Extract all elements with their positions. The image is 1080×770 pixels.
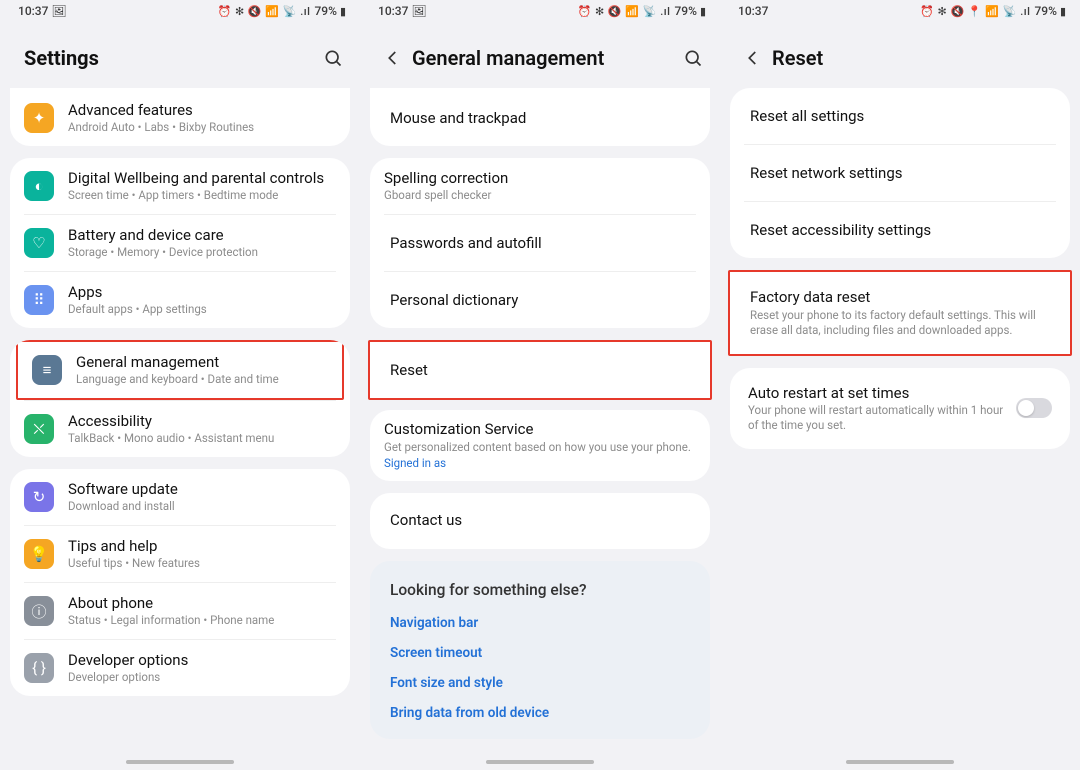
search-icon[interactable] [318, 48, 348, 68]
row-subtitle: TalkBack • Mono audio • Assistant menu [68, 431, 336, 446]
page-title: Reset [772, 46, 1068, 70]
row-subtitle: Default apps • App settings [68, 302, 336, 317]
row-title: Auto restart at set times [748, 384, 1006, 403]
row-subtitle: Get personalized content based on how yo… [384, 440, 696, 455]
battery-icon: ♡ [24, 228, 54, 258]
settings-row-advanced[interactable]: ✦ Advanced featuresAndroid Auto • Labs • … [10, 90, 350, 146]
update-icon: ↻ [24, 482, 54, 512]
row-title: Software update [68, 480, 336, 499]
list-item[interactable]: Passwords and autofill [370, 215, 710, 271]
list-item[interactable]: Contact us [370, 493, 710, 549]
general-icon: ≡ [32, 355, 62, 385]
header: General management [360, 22, 720, 88]
row-title: Developer options [68, 651, 336, 670]
row-title: General management [76, 353, 328, 372]
nav-pill[interactable] [126, 760, 234, 764]
row-subtitle: Gboard spell checker [384, 188, 696, 203]
status-indicators: ⏰ ✻ 🔇 📶 📡 .ıl 79%▮ [578, 4, 706, 18]
row-title: Mouse and trackpad [390, 109, 690, 128]
row-title: Contact us [390, 511, 690, 530]
factory-data-reset-row[interactable]: Factory data reset Reset your phone to i… [728, 270, 1072, 356]
row-title: Apps [68, 283, 336, 302]
row-title: Customization Service [384, 420, 696, 439]
row-title: Reset accessibility settings [750, 221, 1050, 240]
nav-pill[interactable] [846, 760, 954, 764]
wellbeing-icon: ◐ [24, 171, 54, 201]
settings-row-general[interactable]: ≡ General managementLanguage and keyboard… [18, 342, 342, 398]
status-bar: 10:37 🖼 ⏰ ✻ 🔇 📶 📡 .ıl 79%▮ [360, 0, 720, 22]
reset-row[interactable]: Reset [370, 342, 710, 398]
row-title: Reset [390, 361, 690, 380]
list-item[interactable]: Personal dictionary [370, 272, 710, 328]
page-title: Settings [24, 46, 318, 70]
settings-row-wellbeing[interactable]: ◐ Digital Wellbeing and parental controls… [10, 158, 350, 214]
suggested-link[interactable]: Navigation bar [390, 615, 690, 631]
row-title: Accessibility [68, 412, 336, 431]
status-bar: 10:37 ⏰ ✻ 🔇 📍 📶 📡 .ıl 79%▮ [720, 0, 1080, 22]
row-title: Passwords and autofill [390, 234, 690, 253]
settings-row-tips[interactable]: 💡 Tips and helpUseful tips • New features [10, 526, 350, 582]
status-indicators: ⏰ ✻ 🔇 📍 📶 📡 .ıl 79%▮ [920, 4, 1066, 18]
row-title: About phone [68, 594, 336, 613]
back-icon[interactable] [384, 49, 412, 67]
tips-icon: 💡 [24, 539, 54, 569]
header: Reset [720, 22, 1080, 88]
reset-option-row[interactable]: Reset network settings [730, 145, 1070, 201]
back-icon[interactable] [744, 49, 772, 67]
row-subtitle: Storage • Memory • Device protection [68, 245, 336, 260]
row-title: Reset all settings [750, 107, 1050, 126]
reset-option-row[interactable]: Reset all settings [730, 88, 1070, 144]
apps-icon: ⠿ [24, 285, 54, 315]
row-title: Advanced features [68, 101, 336, 120]
infocard-heading: Looking for something else? [390, 581, 690, 599]
status-time: 10:37 🖼 [18, 4, 67, 18]
suggested-link[interactable]: Font size and style [390, 675, 690, 691]
list-item[interactable]: Spelling correctionGboard spell checker [370, 158, 710, 214]
page-title: General management [412, 46, 678, 70]
header: Settings [0, 22, 360, 88]
settings-row-about[interactable]: ⓘ About phoneStatus • Legal information •… [10, 583, 350, 639]
status-bar: 10:37 🖼 ⏰ ✻ 🔇 📶 📡 .ıl 79%▮ [0, 0, 360, 22]
row-link[interactable]: Signed in as [384, 456, 696, 471]
settings-row-developer[interactable]: { } Developer optionsDeveloper options [10, 640, 350, 696]
accessibility-icon: ⛌ [24, 414, 54, 444]
row-subtitle: Language and keyboard • Date and time [76, 372, 328, 387]
reset-option-row[interactable]: Reset accessibility settings [730, 202, 1070, 258]
developer-icon: { } [24, 653, 54, 683]
row-subtitle: Screen time • App timers • Bedtime mode [68, 188, 336, 203]
customization-service-row[interactable]: Customization ServiceGet personalized co… [370, 410, 710, 481]
row-subtitle: Useful tips • New features [68, 556, 336, 571]
settings-row-battery[interactable]: ♡ Battery and device careStorage • Memory… [10, 215, 350, 271]
row-title: Digital Wellbeing and parental controls [68, 169, 336, 188]
row-title: Tips and help [68, 537, 336, 556]
row-title: Reset network settings [750, 164, 1050, 183]
status-time: 10:37 [738, 4, 768, 18]
auto-restart-toggle[interactable] [1016, 398, 1052, 418]
status-indicators: ⏰ ✻ 🔇 📶 📡 .ıl 79%▮ [218, 4, 346, 18]
row-title: Spelling correction [384, 169, 696, 188]
row-title: Battery and device care [68, 226, 336, 245]
list-item[interactable]: Mouse and trackpad [370, 90, 710, 146]
settings-row-apps[interactable]: ⠿ AppsDefault apps • App settings [10, 272, 350, 328]
row-subtitle: Reset your phone to its factory default … [750, 308, 1050, 338]
looking-for-card: Looking for something else? Navigation b… [370, 561, 710, 739]
about-icon: ⓘ [24, 596, 54, 626]
suggested-link[interactable]: Screen timeout [390, 645, 690, 661]
search-icon[interactable] [678, 48, 708, 68]
row-title: Personal dictionary [390, 291, 690, 310]
settings-row-update[interactable]: ↻ Software updateDownload and install [10, 469, 350, 525]
row-subtitle: Download and install [68, 499, 336, 514]
nav-pill[interactable] [486, 760, 594, 764]
settings-row-accessibility[interactable]: ⛌ AccessibilityTalkBack • Mono audio • As… [10, 401, 350, 457]
auto-restart-row[interactable]: Auto restart at set times Your phone wil… [730, 368, 1070, 450]
row-subtitle: Status • Legal information • Phone name [68, 613, 336, 628]
row-subtitle: Your phone will restart automatically wi… [748, 403, 1006, 433]
suggested-link[interactable]: Bring data from old device [390, 705, 690, 721]
advanced-icon: ✦ [24, 103, 54, 133]
status-time: 10:37 🖼 [378, 4, 427, 18]
row-subtitle: Developer options [68, 670, 336, 685]
row-subtitle: Android Auto • Labs • Bixby Routines [68, 120, 336, 135]
row-title: Factory data reset [750, 288, 1050, 307]
